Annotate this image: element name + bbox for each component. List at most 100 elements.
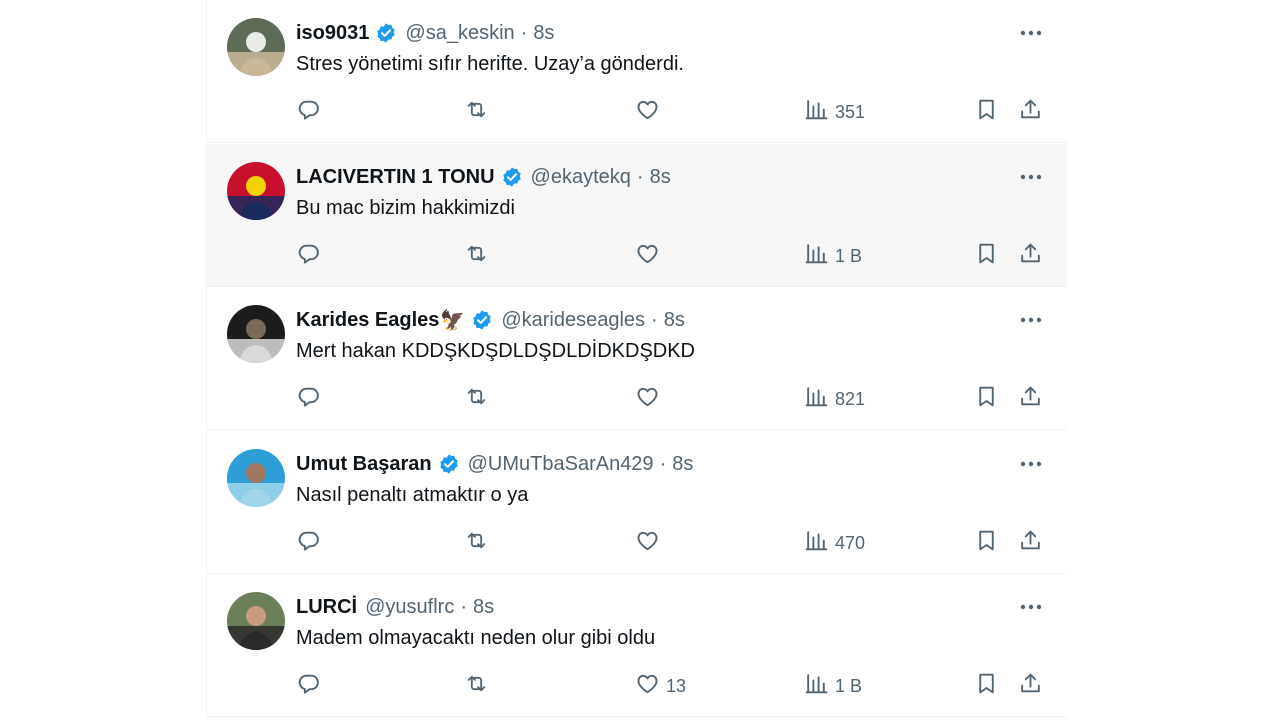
more-dots-icon[interactable]	[1018, 23, 1044, 43]
like-icon	[635, 97, 660, 127]
tweet-header: Karides Eagles 🦅 @karideseagles · 8s	[296, 307, 685, 333]
timestamp[interactable]: 8s	[664, 309, 685, 332]
display-name[interactable]: iso9031	[296, 22, 369, 45]
timestamp[interactable]: 8s	[473, 596, 494, 619]
views-icon	[804, 528, 829, 558]
retweet-icon	[464, 528, 489, 558]
views-button[interactable]: 351	[804, 97, 865, 127]
views-button[interactable]: 470	[804, 528, 865, 558]
share-button[interactable]	[1018, 241, 1043, 271]
like-button[interactable]	[635, 384, 666, 414]
bookmark-icon	[974, 97, 999, 127]
bookmark-button[interactable]	[974, 241, 999, 271]
view-count: 1 B	[835, 675, 863, 696]
avatar[interactable]	[227, 305, 285, 363]
like-button[interactable]	[635, 97, 666, 127]
like-button[interactable]	[635, 528, 666, 558]
tweet[interactable]: iso9031 @sa_keskin · 8s Stres yönetimi sıfır…	[207, 0, 1067, 143]
tweet-text: Bu mac bizim hakkimizdi	[296, 197, 515, 219]
display-name[interactable]: Karides Eagles	[296, 309, 439, 332]
more-dots-icon[interactable]	[1018, 310, 1044, 330]
separator-dot: ·	[659, 452, 667, 475]
tweet-actions: 470	[207, 528, 1067, 558]
retweet-button[interactable]	[464, 384, 495, 414]
reply-button[interactable]	[296, 671, 327, 701]
share-icon	[1018, 97, 1043, 127]
separator-dot: ·	[636, 165, 644, 188]
tweet-text: Nasıl penaltı atmaktır o ya	[296, 484, 529, 506]
display-name[interactable]: LACIVERTIN 1 TONU	[296, 166, 495, 189]
retweet-button[interactable]	[464, 97, 495, 127]
reply-icon	[296, 97, 321, 127]
tweet[interactable]: Karides Eagles 🦅 @karideseagles · 8s Mert hak…	[207, 287, 1067, 430]
tweet[interactable]: LURCİ @yusuflrc · 8s Madem olmayacaktı neden…	[207, 574, 1067, 717]
separator-dot: ·	[460, 595, 467, 618]
retweet-icon	[464, 97, 489, 127]
user-handle[interactable]: @ekaytekq	[531, 166, 631, 189]
display-name[interactable]: LURCİ	[296, 596, 357, 619]
user-handle[interactable]: @sa_keskin	[405, 22, 514, 45]
share-button[interactable]	[1018, 528, 1043, 558]
reply-button[interactable]	[296, 528, 327, 558]
bookmark-button[interactable]	[974, 528, 999, 558]
timestamp[interactable]: 8s	[533, 22, 554, 45]
views-button[interactable]: 821	[804, 384, 865, 414]
avatar[interactable]	[227, 592, 285, 650]
name-emoji: 🦅	[440, 309, 466, 332]
view-count: 470	[835, 532, 866, 553]
like-button[interactable]	[635, 241, 666, 271]
views-button[interactable]: 1 B	[804, 671, 862, 701]
avatar[interactable]	[227, 18, 285, 76]
bookmark-button[interactable]	[974, 671, 999, 701]
bookmark-icon	[974, 384, 999, 414]
verified-badge-icon[interactable]	[471, 309, 493, 331]
views-button[interactable]: 1 B	[804, 241, 862, 271]
like-button[interactable]: 13	[635, 671, 686, 701]
bookmark-button[interactable]	[974, 384, 999, 414]
more-dots-icon[interactable]	[1018, 167, 1044, 187]
separator-dot: ·	[520, 21, 528, 44]
timestamp[interactable]: 8s	[650, 166, 671, 189]
share-icon	[1018, 384, 1043, 414]
verified-badge-icon[interactable]	[375, 22, 397, 44]
reply-button[interactable]	[296, 97, 327, 127]
timestamp[interactable]: 8s	[672, 453, 693, 476]
tweet-text: Stres yönetimi sıfır herifte. Uzay’a gön…	[296, 53, 684, 75]
more-dots-icon[interactable]	[1018, 597, 1044, 617]
view-count: 821	[835, 388, 866, 409]
reply-icon	[296, 241, 321, 271]
share-button[interactable]	[1018, 671, 1043, 701]
more-dots-icon[interactable]	[1018, 454, 1044, 474]
retweet-icon	[464, 241, 489, 271]
retweet-button[interactable]	[464, 528, 495, 558]
verified-badge-icon[interactable]	[501, 166, 523, 188]
bookmark-icon	[974, 241, 999, 271]
tweet[interactable]: Umut Başaran @UMuTbaSarAn429 · 8s Nasıl pena…	[207, 431, 1067, 574]
user-handle[interactable]: @karideseagles	[501, 309, 645, 332]
display-name[interactable]: Umut Başaran	[296, 453, 432, 476]
like-icon	[635, 528, 660, 558]
tweet-feed: iso9031 @sa_keskin · 8s Stres yönetimi sıfır…	[206, 0, 1067, 720]
avatar[interactable]	[227, 162, 285, 220]
reply-button[interactable]	[296, 384, 327, 414]
bookmark-button[interactable]	[974, 97, 999, 127]
reply-button[interactable]	[296, 241, 327, 271]
user-handle[interactable]: @yusuflrc	[365, 596, 454, 619]
retweet-button[interactable]	[464, 671, 495, 701]
user-handle[interactable]: @UMuTbaSarAn429	[468, 453, 654, 476]
retweet-icon	[464, 671, 489, 701]
view-count: 1 B	[835, 245, 863, 266]
tweet-actions: 13 1 B	[207, 671, 1067, 701]
share-button[interactable]	[1018, 384, 1043, 414]
like-icon	[635, 671, 660, 701]
share-button[interactable]	[1018, 97, 1043, 127]
tweet-header: Umut Başaran @UMuTbaSarAn429 · 8s	[296, 451, 693, 477]
views-icon	[804, 671, 829, 701]
views-icon	[804, 97, 829, 127]
tweet[interactable]: LACIVERTIN 1 TONU @ekaytekq · 8s Bu mac bizi…	[207, 144, 1067, 287]
tweet-header: iso9031 @sa_keskin · 8s	[296, 20, 554, 46]
verified-badge-icon[interactable]	[438, 453, 460, 475]
avatar[interactable]	[227, 449, 285, 507]
retweet-button[interactable]	[464, 241, 495, 271]
share-icon	[1018, 241, 1043, 271]
